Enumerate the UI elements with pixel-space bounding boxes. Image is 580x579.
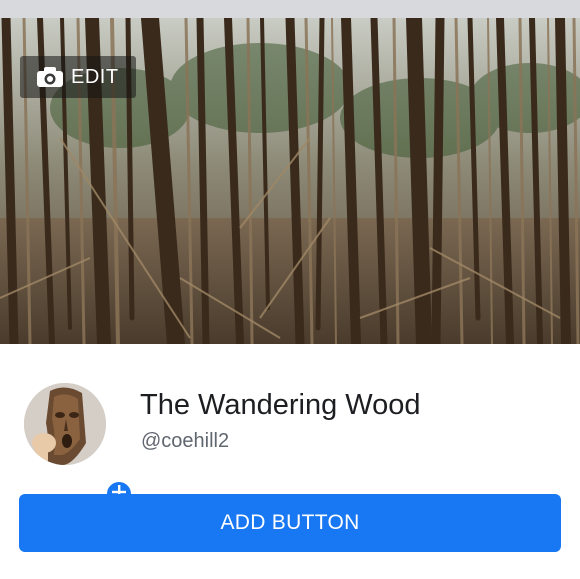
avatar-container[interactable] <box>24 383 134 509</box>
partial-icon-middle[interactable] <box>214 572 234 579</box>
partial-icon-left[interactable] <box>72 572 112 579</box>
avatar[interactable] <box>24 383 106 465</box>
page-profile-screen: EDIT The Wandering Wood @coehill2 ADD BU… <box>0 0 580 579</box>
camera-icon <box>36 66 64 88</box>
add-button[interactable]: ADD BUTTON <box>19 494 561 552</box>
page-title: The Wandering Wood <box>140 389 421 421</box>
status-bar-strip <box>0 0 580 18</box>
edit-cover-label: EDIT <box>71 65 119 88</box>
edit-cover-button[interactable]: EDIT <box>20 56 136 98</box>
page-username: @coehill2 <box>141 430 230 452</box>
action-icons-row-partial <box>0 572 580 579</box>
profile-section: The Wandering Wood @coehill2 ADD BUTTON <box>0 344 580 579</box>
cover-photo[interactable]: EDIT <box>0 18 580 344</box>
